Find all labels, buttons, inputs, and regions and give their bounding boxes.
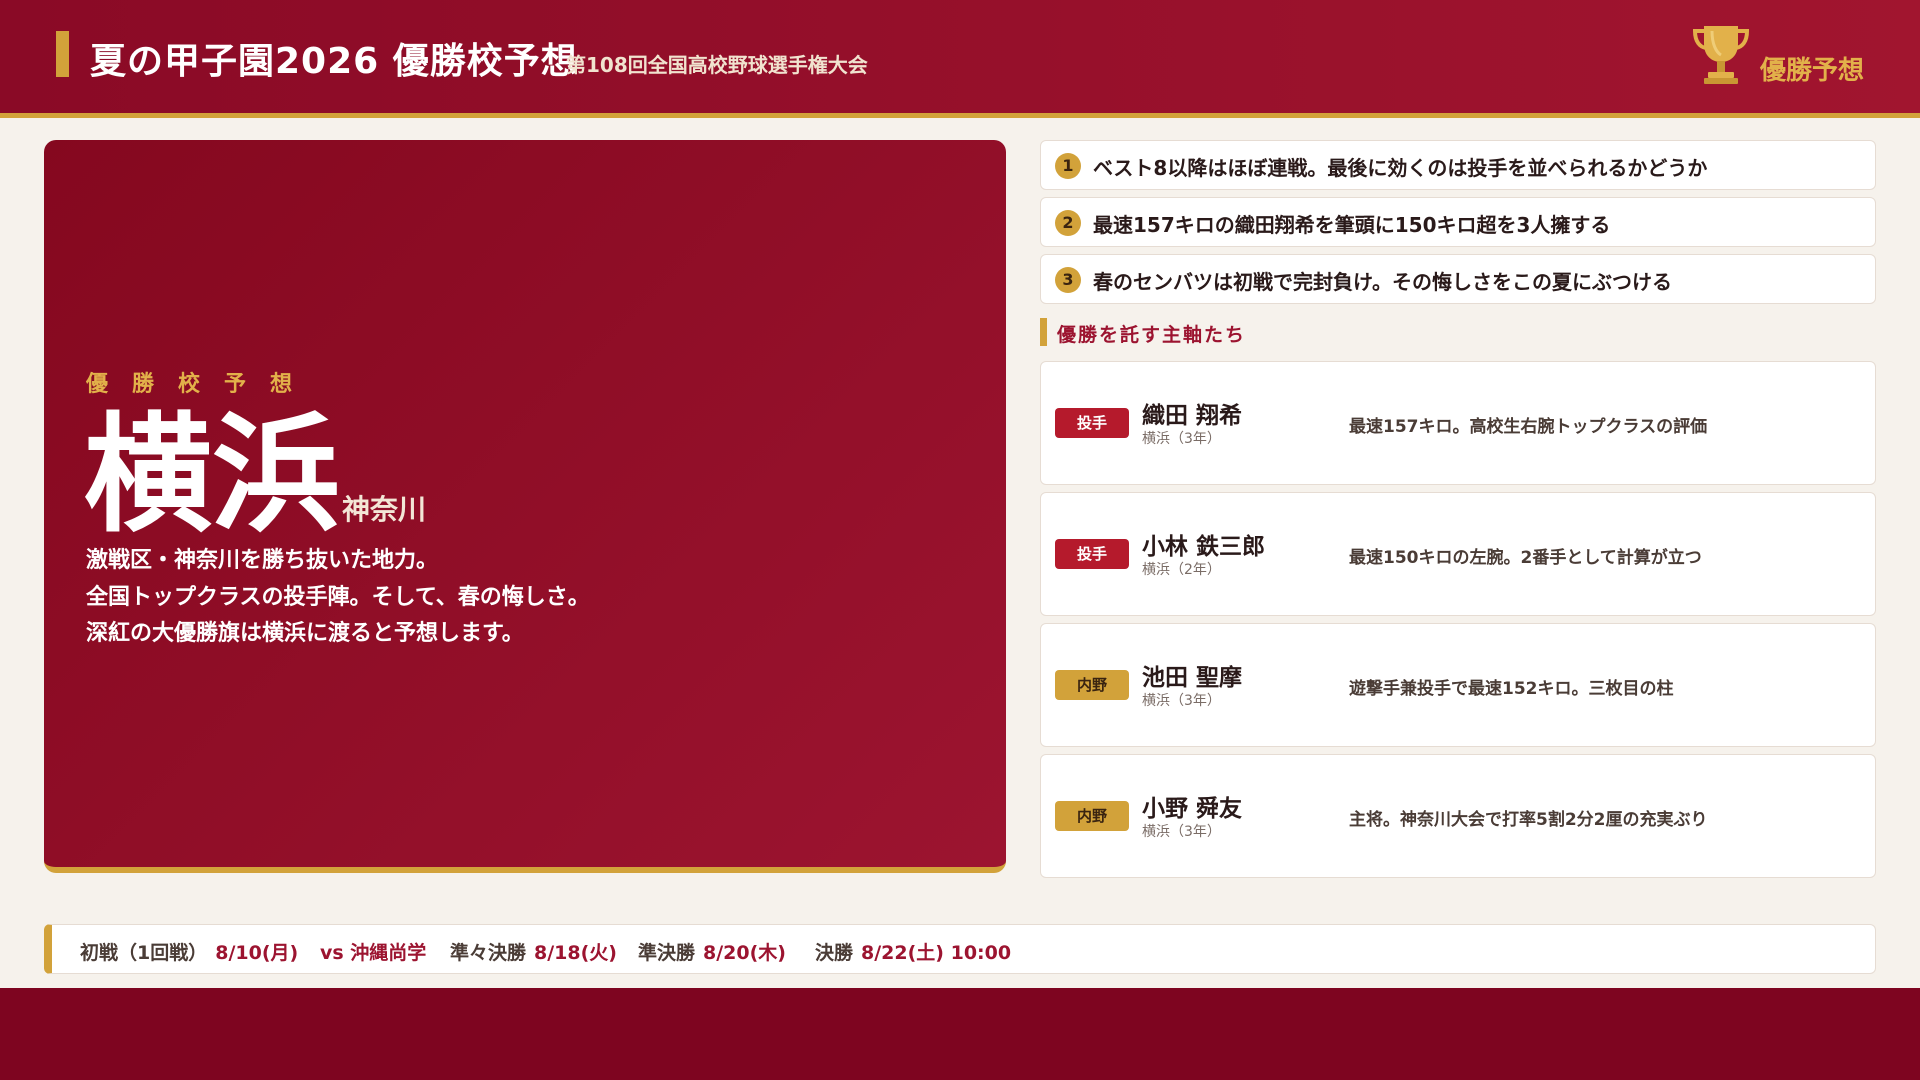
schedule-label: 初戦（1回戦） bbox=[80, 942, 208, 964]
hero-prefecture: 神奈川 bbox=[342, 493, 427, 526]
header-accent-bar bbox=[56, 31, 69, 77]
schedule-label: 準決勝 bbox=[638, 942, 696, 964]
header-badge: 優勝予想 bbox=[1760, 56, 1865, 86]
schedule-opponent: vs 沖縄尚学 bbox=[320, 938, 426, 965]
trophy-icon bbox=[1692, 26, 1750, 84]
player-description: 最速157キロ。高校生右腕トップクラスの評価 bbox=[1349, 417, 1708, 437]
player-card: 投手 小林 鉄三郎 横浜（2年） 最速150キロの左腕。2番手として計算が立つ bbox=[1040, 492, 1876, 616]
page-subtitle: 第108回全国高校野球選手権大会 bbox=[566, 53, 868, 77]
header: 夏の甲子園2026 優勝校予想 第108回全国高校野球選手権大会 優勝予想 bbox=[0, 0, 1920, 118]
player-card: 投手 織田 翔希 横浜（3年） 最速157キロ。高校生右腕トップクラスの評価 bbox=[1040, 361, 1876, 485]
player-team: 横浜（2年） bbox=[1142, 562, 1221, 578]
schedule-date: 8/10(月) bbox=[215, 942, 299, 964]
player-card: 内野 池田 聖摩 横浜（3年） 遊撃手兼投手で最速152キロ。三枚目の柱 bbox=[1040, 623, 1876, 747]
schedule-first-round: 初戦（1回戦） 8/10(月) bbox=[80, 938, 298, 965]
hero-line: 全国トップクラスの投手陣。そして、春の悔しさ。 bbox=[86, 585, 590, 610]
schedule-final: 決勝 8/22(土) 10:00 bbox=[815, 938, 1011, 965]
player-name: 小野 舜友 bbox=[1142, 796, 1243, 822]
player-team: 横浜（3年） bbox=[1142, 693, 1221, 709]
position-badge: 内野 bbox=[1055, 801, 1129, 831]
player-card: 内野 小野 舜友 横浜（3年） 主将。神奈川大会で打率5割2分2厘の充実ぶり bbox=[1040, 754, 1876, 878]
schedule-date: 8/18(火) bbox=[534, 942, 617, 964]
section-accent-bar bbox=[1040, 318, 1047, 346]
key-point: 3 春のセンバツは初戦で完封負け。その悔しさをこの夏にぶつける bbox=[1040, 254, 1876, 304]
footer-band bbox=[0, 988, 1920, 1080]
hero-kicker: 優勝校予想 bbox=[86, 372, 317, 397]
point-number: 2 bbox=[1055, 210, 1081, 236]
hero-card: 優勝校予想 横浜 神奈川 激戦区・神奈川を勝ち抜いた地力。 全国トップクラスの投… bbox=[44, 140, 1006, 873]
key-point: 2 最速157キロの織田翔希を筆頭に150キロ超を3人擁する bbox=[1040, 197, 1876, 247]
schedule-label: 決勝 bbox=[815, 942, 854, 964]
point-text: ベスト8以降はほぼ連戦。最後に効くのは投手を並べられるかどうか bbox=[1093, 156, 1708, 180]
hero-line: 深紅の大優勝旗は横浜に渡ると予想します。 bbox=[86, 621, 524, 646]
position-badge: 投手 bbox=[1055, 539, 1129, 569]
key-point: 1 ベスト8以降はほぼ連戦。最後に効くのは投手を並べられるかどうか bbox=[1040, 140, 1876, 190]
position-badge: 投手 bbox=[1055, 408, 1129, 438]
schedule-date: 8/22(土) 10:00 bbox=[861, 942, 1012, 964]
schedule-quarterfinal: 準々決勝 8/18(火) bbox=[450, 938, 617, 965]
position-badge: 内野 bbox=[1055, 670, 1129, 700]
schedule-opponent-label: vs 沖縄尚学 bbox=[320, 942, 427, 964]
player-description: 最速150キロの左腕。2番手として計算が立つ bbox=[1349, 548, 1702, 568]
schedule-semifinal: 準決勝 8/20(木) bbox=[638, 938, 786, 965]
player-description: 遊撃手兼投手で最速152キロ。三枚目の柱 bbox=[1349, 679, 1674, 699]
hero-line: 激戦区・神奈川を勝ち抜いた地力。 bbox=[86, 548, 439, 573]
section-title: 優勝を託す主軸たち bbox=[1057, 324, 1247, 346]
point-text: 春のセンバツは初戦で完封負け。その悔しさをこの夏にぶつける bbox=[1093, 270, 1672, 294]
schedule-date: 8/20(木) bbox=[703, 942, 786, 964]
player-name: 池田 聖摩 bbox=[1142, 665, 1243, 691]
page-title: 夏の甲子園2026 優勝校予想 bbox=[90, 41, 578, 82]
player-team: 横浜（3年） bbox=[1142, 824, 1221, 840]
schedule-bar: 初戦（1回戦） 8/10(月) vs 沖縄尚学 準々決勝 8/18(火) 準決勝 8/… bbox=[44, 924, 1876, 974]
schedule-label: 準々決勝 bbox=[450, 942, 527, 964]
player-description: 主将。神奈川大会で打率5割2分2厘の充実ぶり bbox=[1349, 810, 1708, 830]
point-number: 3 bbox=[1055, 267, 1081, 293]
player-team: 横浜（3年） bbox=[1142, 431, 1221, 447]
point-number: 1 bbox=[1055, 153, 1081, 179]
player-name: 小林 鉄三郎 bbox=[1142, 534, 1266, 560]
point-text: 最速157キロの織田翔希を筆頭に150キロ超を3人擁する bbox=[1093, 213, 1611, 237]
hero-school-name: 横浜 bbox=[84, 401, 341, 550]
player-name: 織田 翔希 bbox=[1142, 403, 1243, 429]
